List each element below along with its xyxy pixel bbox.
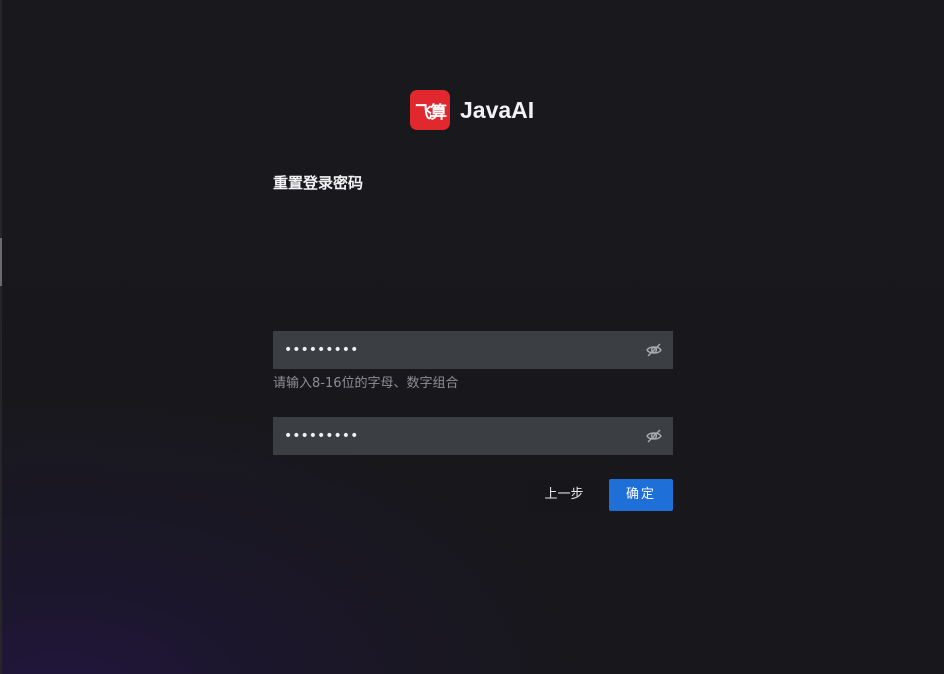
confirm-button[interactable]: 确定 xyxy=(609,479,673,511)
new-password-field[interactable]: ••••••••• xyxy=(273,331,673,369)
brand-logo: 飞算 JavaAI xyxy=(410,90,534,130)
brand-logo-mark: 飞算 xyxy=(410,90,450,130)
scroll-indicator xyxy=(0,238,2,286)
password-hint: 请输入8-16位的字母、数字组合 xyxy=(273,376,459,391)
previous-step-button[interactable]: 上一步 xyxy=(528,479,600,511)
new-password-value: ••••••••• xyxy=(284,342,359,358)
brand-name: JavaAI xyxy=(460,96,535,123)
eye-off-icon[interactable] xyxy=(645,341,663,359)
confirm-password-field[interactable]: ••••••••• xyxy=(273,417,673,455)
eye-off-icon[interactable] xyxy=(645,427,663,445)
confirm-password-value: ••••••••• xyxy=(284,428,359,444)
window-left-edge xyxy=(0,0,2,674)
page-title: 重置登录密码 xyxy=(273,174,364,192)
